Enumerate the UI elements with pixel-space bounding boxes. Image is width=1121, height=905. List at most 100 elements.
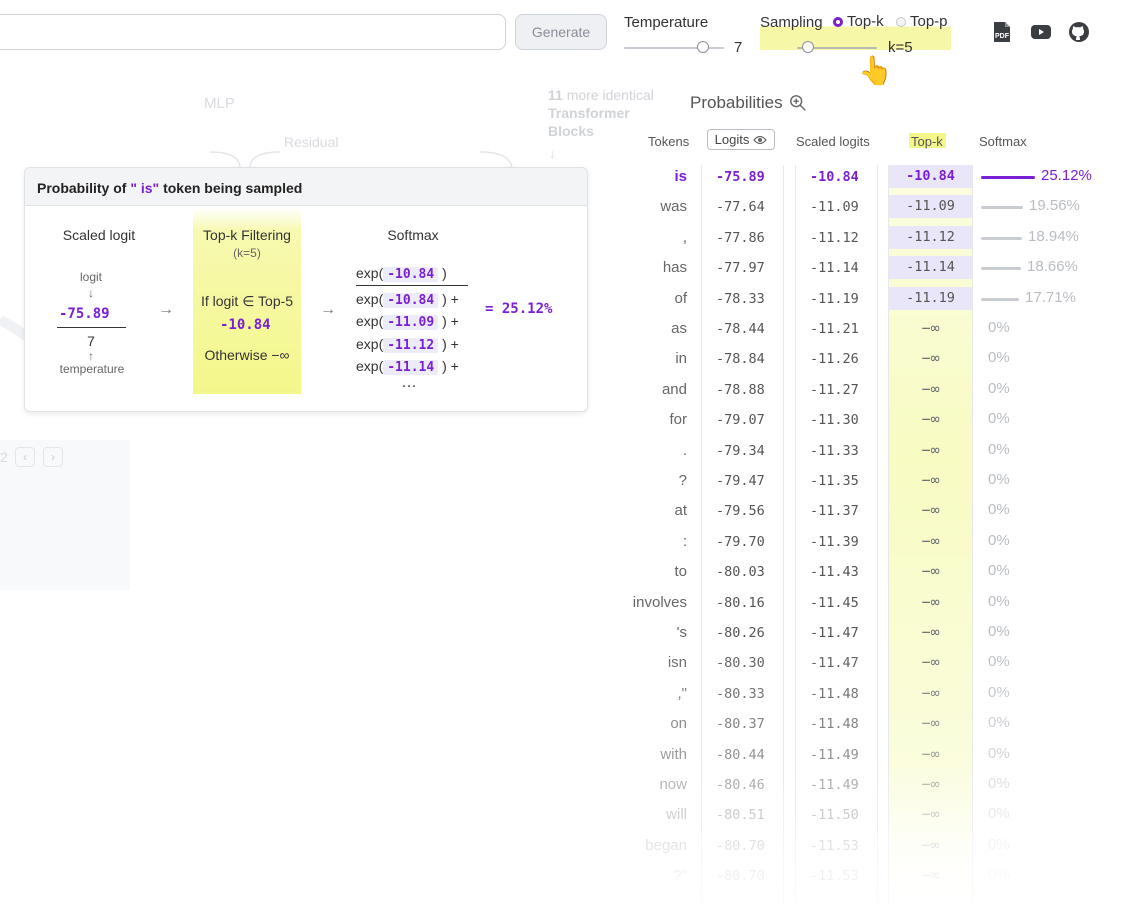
token-cell: to [674,563,687,581]
svg-text:PDF: PDF [995,33,1010,40]
logit-cell: -77.64 [716,199,765,216]
table-row[interactable]: as -78.44 -11.21 −∞ 0% [0,315,1121,345]
probability-cell: 0% [988,775,1010,792]
token-cell: , [682,228,687,246]
table-row[interactable]: , -77.86 -11.12 -11.12 18.94% [0,224,1121,254]
scaled-logit-cell: -11.12 [810,229,859,246]
topk-radio[interactable] [833,17,843,27]
logits-toggle-button[interactable]: Logits [707,129,775,150]
topk-cell: −∞ [921,653,940,672]
token-cell: isn [667,654,687,672]
table-row[interactable]: for -79.07 -11.30 −∞ 0% [0,406,1121,436]
topp-radio[interactable] [896,17,906,27]
topk-cell: −∞ [921,319,940,337]
eye-icon [753,135,768,144]
down-arrow-icon: ↓ [549,146,556,161]
logit-cell: -77.86 [716,229,765,246]
probability-cell: 0% [988,319,1010,336]
table-row[interactable]: at -79.56 -11.37 −∞ 0% [0,497,1121,527]
prompt-input[interactable] [0,14,506,50]
table-row[interactable]: isn -80.30 -11.47 −∞ 0% [0,649,1121,679]
table-row[interactable]: ? -79.47 -11.35 −∞ 0% [0,467,1121,497]
logit-cell: -80.33 [716,685,765,702]
more-blocks-label: 11 more identical Transformer Blocks [548,86,654,140]
probability-cell: 0% [988,501,1010,519]
logit-cell: -78.33 [716,290,765,307]
table-row[interactable]: to -80.03 -11.43 −∞ 0% [0,558,1121,588]
probability-cell: 0% [988,440,1010,458]
topk-cell: -10.84 [889,165,972,188]
table-row[interactable]: will -80.51 -11.50 −∞ 0% [0,801,1121,831]
logit-cell: -80.70 [716,837,765,854]
generate-button[interactable]: Generate [515,14,607,50]
sampling-label: Sampling [760,14,823,31]
more-blocks-text-2: Transformer [548,105,630,121]
probability-cell: 0% [988,349,1010,367]
logit-cell: -79.47 [716,473,765,489]
table-row[interactable]: ?" -80.70 -11.53 −∞ 0% [0,862,1121,892]
topk-cell: −∞ [921,866,940,885]
logit-cell: -78.84 [716,351,765,368]
table-row[interactable]: ," -80.33 -11.48 −∞ 0% [0,680,1121,710]
table-row[interactable]: in -78.84 -11.26 −∞ 0% [0,345,1121,375]
scaled-logit-cell: -11.50 [810,807,859,824]
probability-bar [981,236,1022,240]
probabilities-title: Probabilities [690,93,783,112]
topk-cell: −∞ [921,379,940,398]
table-row[interactable]: 's -80.26 -11.47 −∞ 0% [0,619,1121,649]
table-row[interactable]: now -80.46 -11.49 −∞ 0% [0,771,1121,801]
table-row[interactable]: and -78.88 -11.27 −∞ 0% [0,376,1121,406]
topk-cell: −∞ [921,744,940,763]
topk-cell: −∞ [921,835,940,854]
logit-cell: -80.51 [716,807,765,824]
probability-cell: 0% [988,744,1010,762]
topk-cell: -11.19 [889,286,972,310]
probability-cell: 0% [988,835,1010,853]
table-row[interactable]: was -77.64 -11.09 -11.09 19.56% [0,193,1121,223]
table-row[interactable]: on -80.37 -11.48 −∞ 0% [0,710,1121,740]
token-cell: has [662,259,687,277]
topp-radio-label[interactable]: Top-p [910,13,948,30]
probability-cell: 0% [988,683,1010,701]
probability-cell: 0% [988,714,1010,732]
topk-cell: −∞ [921,471,940,489]
header-topk: Top-k [911,134,943,149]
pdf-icon[interactable]: PDF [990,20,1014,44]
table-row[interactable]: is -75.89 -10.84 -10.84 25.12% [0,163,1121,193]
scaled-logit-cell: -11.27 [810,381,859,398]
token-cell: and [661,380,687,398]
table-row[interactable]: : -79.70 -11.39 −∞ 0% [0,528,1121,558]
token-cell: involves [632,593,687,611]
probability-cell: 0% [988,562,1010,580]
token-cell: 's [676,624,687,641]
logit-cell: -80.37 [716,716,765,733]
youtube-icon[interactable] [1029,20,1053,44]
logit-cell: -80.30 [716,655,765,672]
token-cell: was [660,198,687,216]
scaled-logit-cell: -11.39 [810,533,859,550]
topk-cell: −∞ [921,775,940,793]
table-row[interactable]: began -80.70 -11.53 −∞ 0% [0,832,1121,862]
github-icon[interactable] [1067,20,1091,44]
token-cell: ? [678,472,687,489]
table-row[interactable]: involves -80.16 -11.45 −∞ 0% [0,589,1121,619]
temperature-label: Temperature [624,14,709,31]
k-slider-thumb[interactable] [802,41,814,53]
table-row[interactable]: has -77.97 -11.14 -11.14 18.66% [0,254,1121,284]
topk-cell: −∞ [921,531,940,550]
more-blocks-text: more identical [566,87,654,103]
scaled-logit-cell: -11.47 [810,655,859,672]
temperature-slider-thumb[interactable] [697,41,709,53]
table-row[interactable]: of -78.33 -11.19 -11.19 17.71% [0,285,1121,315]
probability-cell: 0% [988,379,1010,397]
topk-cell: −∞ [921,714,940,733]
header-scaled-logits: Scaled logits [796,134,870,149]
table-row[interactable]: . -79.34 -11.33 −∞ 0% [0,437,1121,467]
token-cell: in [675,350,687,368]
topk-cell: −∞ [921,410,940,429]
token-cell: . [682,441,687,459]
zoom-in-icon[interactable] [789,94,807,112]
table-row[interactable]: with -80.44 -11.49 −∞ 0% [0,741,1121,771]
token-cell: on [670,715,687,733]
topk-radio-label[interactable]: Top-k [847,13,884,30]
